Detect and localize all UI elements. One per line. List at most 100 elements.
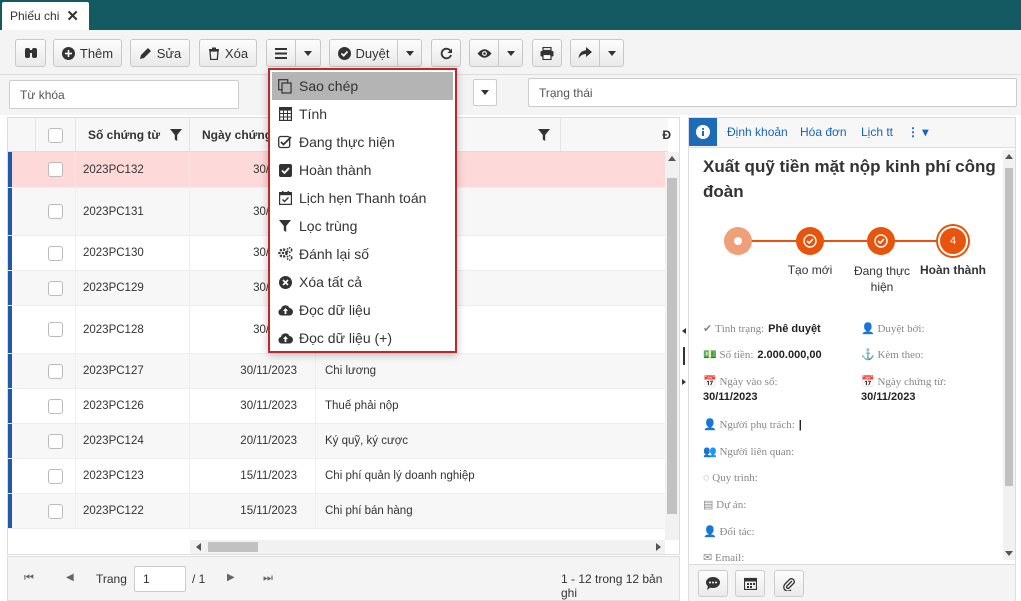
column-extra[interactable]: Đ xyxy=(561,118,671,152)
row-checkbox[interactable] xyxy=(48,322,63,337)
horizontal-scrollbar[interactable] xyxy=(190,540,665,554)
menu-item-read-data[interactable]: Đọc dữ liệu xyxy=(272,296,453,324)
status-input[interactable]: Trạng thái xyxy=(528,78,1017,107)
info-icon xyxy=(696,125,710,139)
comment-button[interactable] xyxy=(698,570,728,597)
more-menu-button[interactable] xyxy=(266,39,296,67)
collapse-right-icon[interactable] xyxy=(682,379,686,385)
pager: ⏮ ◀ Trang 1 / 1 ▶ ⏭ 1 - 12 trong 12 bản … xyxy=(7,556,680,601)
approve-button[interactable]: Duyệt xyxy=(329,39,398,67)
row-checkbox[interactable] xyxy=(48,162,63,177)
approve-dropdown[interactable] xyxy=(398,39,422,67)
prev-page-icon[interactable]: ◀ xyxy=(66,572,74,583)
keyword-input[interactable]: Từ khóa xyxy=(9,80,239,109)
share-dropdown[interactable] xyxy=(600,39,624,67)
last-page-icon[interactable]: ⏭ xyxy=(263,572,273,585)
tab-invoice[interactable]: Hóa đơn xyxy=(800,125,847,139)
row-select-cell xyxy=(36,389,76,423)
scroll-right-icon[interactable] xyxy=(656,543,661,551)
menu-item-calculate[interactable]: Tính xyxy=(272,100,453,128)
view-dropdown[interactable] xyxy=(499,39,523,67)
menu-item-copy[interactable]: Sao chép xyxy=(272,72,453,100)
select-all-checkbox[interactable] xyxy=(48,127,63,143)
table-row[interactable]: 2023PC123 15/11/2023 Chi phí quản lý doanh… xyxy=(8,459,668,494)
tab-accounting[interactable]: Định khoản xyxy=(727,125,788,139)
add-button[interactable]: Thêm xyxy=(53,39,122,67)
attachment-button[interactable] xyxy=(774,570,804,597)
splitter-handle[interactable] xyxy=(683,347,685,365)
menu-item-read-data-plus[interactable]: Đọc dữ liệu (+) xyxy=(272,324,453,352)
calendar-icon xyxy=(743,577,757,590)
toolbar: Thêm Sửa Xóa Duyệt xyxy=(0,30,1021,75)
filter-dropdown-toggle[interactable] xyxy=(473,79,497,106)
row-marker xyxy=(8,306,12,353)
header-spacer xyxy=(8,118,36,152)
edit-check-icon xyxy=(276,134,294,150)
menu-item-label: Lịch hẹn Thanh toán xyxy=(299,190,427,206)
menu-item-renumber[interactable]: Đánh lại số xyxy=(272,240,453,268)
share-button[interactable] xyxy=(570,39,600,67)
tab-label: Phiếu chi xyxy=(10,9,60,23)
row-checkbox[interactable] xyxy=(48,245,63,261)
menu-item-filter-duplicates[interactable]: Lọc trùng xyxy=(272,212,453,240)
menu-item-payment-schedule[interactable]: Lịch hẹn Thanh toán xyxy=(272,184,453,212)
row-select-cell xyxy=(36,459,76,493)
doc-no-cell: 2023PC132 xyxy=(76,152,190,187)
caret-down-icon xyxy=(481,90,489,95)
table-row[interactable]: 2023PC127 30/11/2023 Chi lương xyxy=(8,354,668,389)
tab-payment-schedule[interactable]: Lịch tt xyxy=(861,125,893,139)
table-row[interactable]: 2023PC126 30/11/2023 Thuế phải nộp xyxy=(8,389,668,424)
panel-scrollbar[interactable] xyxy=(1003,150,1015,560)
table-row[interactable]: 2023PC122 15/11/2023 Chi phí bán hàng xyxy=(8,494,668,529)
add-label: Thêm xyxy=(79,45,114,61)
close-icon[interactable]: ✕ xyxy=(66,7,79,25)
doc-no-cell: 2023PC123 xyxy=(76,459,190,493)
refresh-button[interactable] xyxy=(431,39,461,67)
filter-icon[interactable] xyxy=(538,129,550,141)
first-page-icon[interactable]: ⏮ xyxy=(24,572,34,585)
menu-item-label: Đang thực hiện xyxy=(299,134,395,150)
page-number-input[interactable]: 1 xyxy=(134,566,186,592)
scroll-down-icon[interactable] xyxy=(1005,551,1013,556)
copy-icon xyxy=(276,78,294,94)
row-checkbox[interactable] xyxy=(48,398,63,414)
menu-item-delete-all[interactable]: Xóa tất cả xyxy=(272,268,453,296)
vertical-scroll-thumb[interactable] xyxy=(667,178,677,514)
row-select-cell xyxy=(36,354,76,388)
list-icon: ▤ xyxy=(703,499,717,511)
next-page-icon[interactable]: ▶ xyxy=(227,572,235,583)
filter-icon[interactable] xyxy=(170,129,183,141)
calendar-button[interactable] xyxy=(735,570,765,597)
vertical-scrollbar[interactable] xyxy=(665,152,679,540)
row-checkbox[interactable] xyxy=(48,204,63,219)
tab-phieu-chi[interactable]: Phiếu chi ✕ xyxy=(2,2,89,30)
scroll-left-icon[interactable] xyxy=(196,543,201,551)
row-checkbox[interactable] xyxy=(48,280,63,296)
menu-item-complete[interactable]: Hoàn thành xyxy=(272,156,453,184)
collapse-left-icon[interactable] xyxy=(682,328,686,334)
more-tabs-icon[interactable]: ⋮ ▾ xyxy=(907,125,928,139)
owner-cursor: | xyxy=(798,418,802,431)
info-tab[interactable] xyxy=(689,118,717,146)
edit-button[interactable]: Sửa xyxy=(130,39,190,67)
scroll-up-icon[interactable] xyxy=(1005,154,1013,159)
row-checkbox[interactable] xyxy=(48,503,63,519)
table-row[interactable]: 2023PC124 20/11/2023 Ký quỹ, ký cược xyxy=(8,424,668,459)
panel-scroll-thumb[interactable] xyxy=(1005,168,1013,486)
row-checkbox[interactable] xyxy=(48,363,63,379)
row-checkbox[interactable] xyxy=(48,433,63,449)
row-checkbox[interactable] xyxy=(48,468,63,484)
binoculars-button[interactable] xyxy=(15,39,46,67)
status-placeholder: Trạng thái xyxy=(539,85,593,100)
view-button[interactable] xyxy=(469,39,499,67)
attach-field: ⚓ Kèm theo: xyxy=(861,348,924,362)
delete-button[interactable]: Xóa xyxy=(199,39,257,67)
amount-value: 2.000.000,00 xyxy=(757,348,822,361)
print-button[interactable] xyxy=(532,39,562,67)
horizontal-scroll-thumb[interactable] xyxy=(208,542,258,552)
doc-no-cell: 2023PC124 xyxy=(76,424,190,458)
column-doc-no[interactable]: Số chứng từ xyxy=(76,118,190,152)
menu-item-in-progress[interactable]: Đang thực hiện xyxy=(272,128,453,156)
scroll-up-icon[interactable] xyxy=(668,156,676,161)
more-menu-dropdown[interactable] xyxy=(296,39,321,67)
